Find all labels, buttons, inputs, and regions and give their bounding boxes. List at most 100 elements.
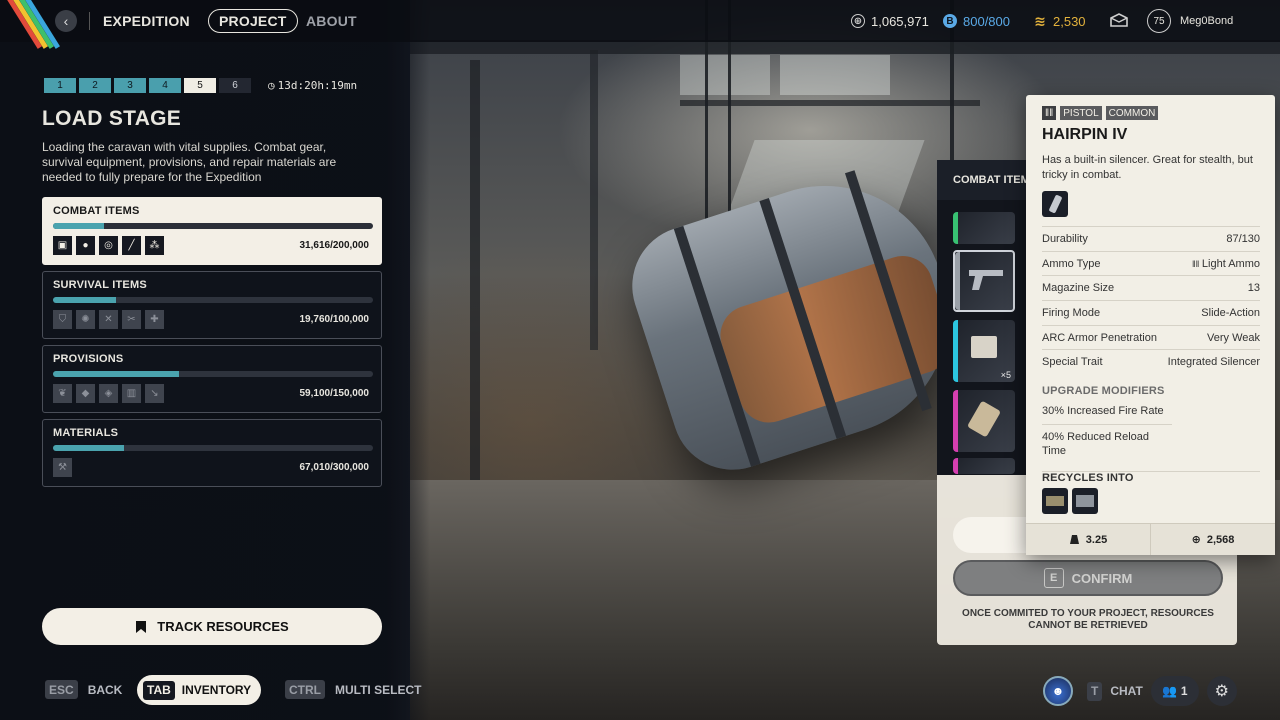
grenade-icon: ●	[76, 236, 95, 255]
stage-4[interactable]: 4	[149, 78, 181, 93]
gold-counter: ≋ 2,530	[1033, 11, 1085, 31]
track-resources-button[interactable]: TRACK RESOURCES	[42, 608, 382, 645]
stat-label: Firing Mode	[1042, 306, 1101, 319]
inventory-label: INVENTORY	[181, 683, 252, 697]
stat-value: Integrated Silencer	[1167, 355, 1260, 368]
back-arrow-icon[interactable]: ‹	[55, 10, 77, 32]
tab-project[interactable]: PROJECT	[208, 9, 298, 33]
upgrade-header: UPGRADE MODIFIERS	[1042, 385, 1165, 397]
friends-icon: 👥	[1161, 684, 1177, 698]
settings-gear-icon[interactable]: ⚙	[1206, 676, 1237, 706]
progress-bar	[53, 297, 373, 303]
inventory-slot[interactable]	[953, 458, 1015, 474]
avatar[interactable]: ☻	[1043, 676, 1073, 706]
bandage-icon: ✂	[122, 310, 141, 329]
stat-row: Ammo Type ǁǁ Light Ammo	[1042, 251, 1260, 275]
gold-bars-icon: ≋	[1034, 12, 1046, 29]
stage-2[interactable]: 2	[79, 78, 111, 93]
cube-icon: ◆	[76, 384, 95, 403]
category-materials[interactable]: MATERIALS ⚒ 67,010/300,000	[42, 419, 382, 487]
tab-about[interactable]: ABOUT	[306, 9, 357, 33]
multi-select-hint[interactable]: CTRL MULTI SELECT	[285, 680, 421, 699]
progress-bar	[53, 371, 373, 377]
confirm-label: CONFIRM	[1071, 570, 1133, 586]
track-label: TRACK RESOURCES	[157, 619, 289, 634]
stat-label: Durability	[1042, 232, 1088, 245]
light-ammo-icon: ǁǁ	[1191, 258, 1202, 269]
category-combat-items[interactable]: COMBAT ITEMS ▣ ● ◎ ╱ ⁂ 31,616/200,000	[42, 197, 382, 265]
coin-icon: ⊕	[851, 14, 865, 28]
friends-button[interactable]: 👥 1	[1150, 676, 1199, 706]
silencer-icon	[1042, 191, 1068, 217]
timer-value: 13d:20h:19mn	[277, 79, 358, 92]
bottom-right-controls: ☻ T CHAT 👥 1 ⚙	[1043, 675, 1237, 707]
gear-icon: ✺	[76, 310, 95, 329]
category-survival-items[interactable]: SURVIVAL ITEMS ⛉ ✺ ✕ ✂ ✚ 19,760/100,000	[42, 271, 382, 339]
ammo-icon: ⁂	[145, 236, 164, 255]
item-name: HAIRPIN IV	[1042, 126, 1128, 143]
coins-counter: ⊕ 1,065,971	[851, 11, 929, 31]
medkit-icon: ✚	[145, 310, 164, 329]
caravan-pod	[616, 154, 980, 486]
stat-value: Light Ammo	[1201, 257, 1260, 270]
tab-key: TAB	[143, 680, 175, 700]
ammo-bars-icon: ǁǁ	[1042, 106, 1057, 120]
mail-icon[interactable]	[1110, 13, 1128, 27]
stat-value: 87/130	[1226, 232, 1260, 245]
category-title: COMBAT ITEMS	[53, 205, 140, 217]
tooltip-footer: 3.25 ⊕ 2,568	[1026, 523, 1275, 555]
ctrl-key: CTRL	[285, 680, 325, 699]
clock-icon: ◷	[268, 79, 275, 92]
stat-label: Special Trait	[1042, 355, 1103, 368]
stat-value: 13	[1247, 281, 1260, 294]
inventory-slot-selected[interactable]	[953, 250, 1015, 312]
item-value: 2,568	[1206, 533, 1235, 546]
progress-bar	[53, 223, 373, 229]
stat-value: Slide-Action	[1201, 306, 1260, 319]
stat-label: Magazine Size	[1042, 281, 1115, 294]
top-bar	[0, 0, 1280, 49]
category-provisions[interactable]: PROVISIONS ❦ ◆ ◈ ▥ ↘ 59,100/150,000	[42, 345, 382, 413]
recycle-parts-icon	[1072, 488, 1098, 514]
multi-select-label: MULTI SELECT	[335, 682, 422, 697]
coins-value: 1,065,971	[871, 13, 929, 29]
tag-type: PISTOL	[1060, 106, 1102, 120]
stat-label: ARC Armor Penetration	[1042, 331, 1157, 344]
t-key: T	[1087, 681, 1103, 701]
knife-icon: ╱	[122, 236, 141, 255]
weight-icon	[1069, 535, 1079, 544]
inventory-hint-button[interactable]: TAB INVENTORY	[137, 675, 262, 705]
chat-label[interactable]: CHAT	[1110, 684, 1142, 698]
e-key: E	[1043, 568, 1064, 588]
stage-progress: 1 2 3 4 5 6	[44, 78, 254, 93]
inventory-slot[interactable]	[953, 390, 1015, 452]
stack-count: ×5	[1000, 370, 1011, 380]
category-amount: 67,010/300,000	[299, 462, 369, 473]
confirm-button[interactable]: E CONFIRM	[953, 560, 1223, 596]
stage-1[interactable]: 1	[44, 78, 76, 93]
stage-6[interactable]: 6	[219, 78, 251, 93]
gem-icon: ◈	[99, 384, 118, 403]
slots-counter: B 800/800	[943, 11, 1010, 31]
username[interactable]: Meg0Bond	[1180, 15, 1233, 27]
category-amount: 59,100/150,000	[299, 388, 369, 399]
back-hint[interactable]: ESC BACK	[45, 680, 122, 699]
back-label: BACK	[87, 682, 123, 697]
category-title: PROVISIONS	[53, 353, 124, 365]
inventory-slot[interactable]	[953, 212, 1015, 244]
inventory-slot[interactable]: ×5	[953, 320, 1015, 382]
category-amount: 31,616/200,000	[299, 240, 369, 251]
stat-row: Durability 87/130	[1042, 226, 1260, 250]
stage-3[interactable]: 3	[114, 78, 146, 93]
slot-currency-icon: B	[943, 14, 957, 28]
stage-5[interactable]: 5	[184, 78, 216, 93]
recycle-material-icon	[1042, 488, 1068, 514]
bookmark-icon	[136, 620, 147, 633]
player-level-badge: 75	[1147, 9, 1171, 33]
friends-count: 1	[1180, 684, 1188, 698]
commit-warning: ONCE COMMITED TO YOUR PROJECT, RESOURCES…	[962, 608, 1214, 631]
shield-icon: ⛉	[53, 310, 72, 329]
attachment-icon	[966, 400, 1002, 438]
category-amount: 19,760/100,000	[299, 314, 369, 325]
leaf-icon: ❦	[53, 384, 72, 403]
